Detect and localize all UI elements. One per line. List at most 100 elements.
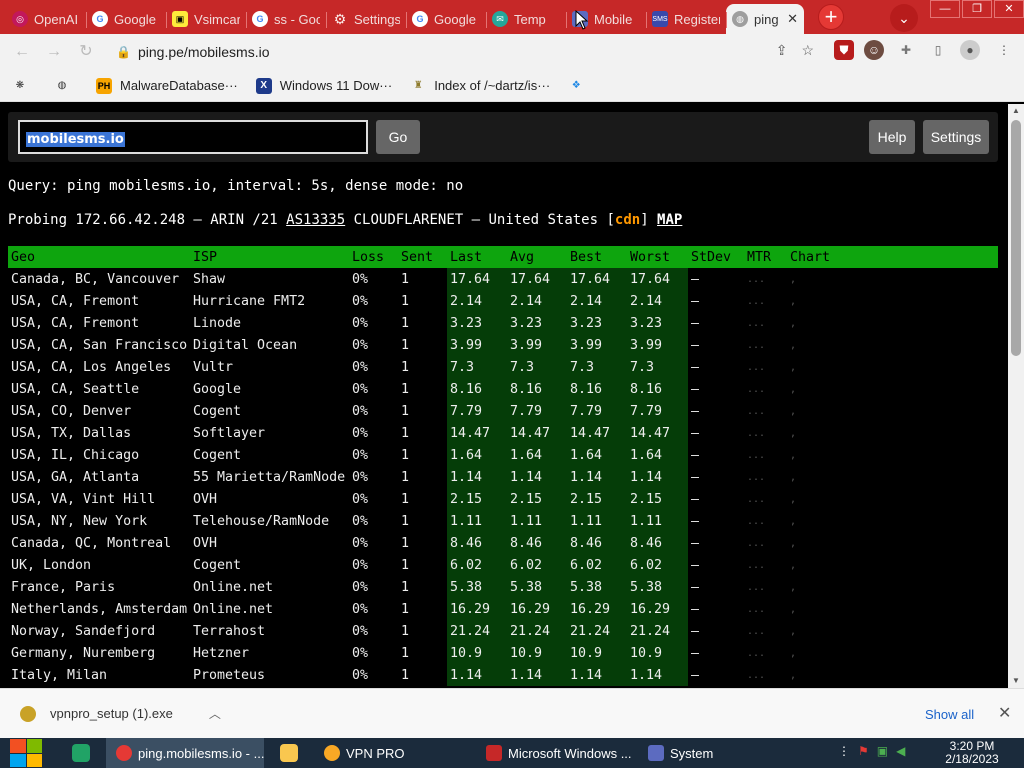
cell-best: 7.79: [567, 400, 627, 422]
cell-mtr[interactable]: ...: [744, 444, 787, 466]
bookmark-windows-11[interactable]: X Windows 11 Dow···: [255, 77, 392, 94]
extension-avatar-icon[interactable]: ☺: [864, 40, 884, 60]
tab-vsimcard[interactable]: ▣ Vsimcard: [166, 4, 246, 34]
taskbar-app-microsoft-windows[interactable]: Microsoft Windows ...: [476, 738, 632, 768]
column-header-sent[interactable]: Sent: [398, 246, 447, 268]
page-scrollbar[interactable]: ▲ ▼: [1008, 104, 1024, 688]
taskbar-app-chrome[interactable]: ping.mobilesms.io - ...: [106, 738, 264, 768]
show-all-downloads-link[interactable]: Show all: [925, 707, 974, 722]
forward-arrow-icon[interactable]: →: [40, 38, 68, 66]
share-icon[interactable]: ⇪: [776, 42, 788, 59]
cell-mtr[interactable]: ...: [744, 312, 787, 334]
cell-best: 1.14: [567, 466, 627, 488]
column-header-best[interactable]: Best: [567, 246, 627, 268]
cell-mtr[interactable]: ...: [744, 466, 787, 488]
cell-mtr[interactable]: ...: [744, 356, 787, 378]
bookmark-item[interactable]: ❋: [12, 78, 36, 94]
host-input[interactable]: mobilesms.io: [18, 120, 368, 154]
tab-google-1[interactable]: G Google: [86, 4, 166, 34]
maximize-icon[interactable]: ❐: [962, 0, 992, 18]
cell-mtr[interactable]: ...: [744, 422, 787, 444]
tab-search-button[interactable]: ⌄: [890, 4, 918, 32]
bookmark-item[interactable]: ◍: [54, 78, 78, 94]
tab-settings[interactable]: ⚙ Settings: [326, 4, 406, 34]
scrollbar-thumb[interactable]: [1011, 120, 1021, 356]
back-arrow-icon[interactable]: ←: [8, 38, 36, 66]
new-tab-button[interactable]: +: [818, 4, 844, 30]
close-tab-icon[interactable]: ✕: [787, 11, 798, 27]
google-icon: G: [412, 11, 428, 27]
chevron-up-icon[interactable]: ︿: [209, 705, 221, 722]
address-bar[interactable]: 🔒 ping.pe/mobilesms.io ⇪ ☆: [106, 38, 824, 66]
column-header-isp[interactable]: ISP: [190, 246, 349, 268]
column-header-last[interactable]: Last: [447, 246, 507, 268]
scroll-up-arrow-icon[interactable]: ▲: [1008, 104, 1024, 118]
sheets-app-icon[interactable]: [72, 744, 90, 762]
tab-title: OpenAI: [34, 11, 79, 27]
scroll-down-arrow-icon[interactable]: ▼: [1008, 674, 1024, 688]
cell-best: 2.14: [567, 290, 627, 312]
cell-mtr[interactable]: ...: [744, 378, 787, 400]
column-header-mtr[interactable]: MTR: [744, 246, 787, 268]
tab-title: Google: [114, 11, 156, 27]
go-button[interactable]: Go: [376, 120, 420, 154]
cell-mtr[interactable]: ...: [744, 488, 787, 510]
table-row: USA, VA, Vint Hill OVH 0% 1 2.15 2.15 2.15 2.15…: [8, 488, 998, 510]
cell-mtr[interactable]: ...: [744, 664, 787, 686]
cell-stdev: –: [691, 667, 700, 683]
volume-icon[interactable]: ◀: [896, 744, 905, 758]
cell-mtr[interactable]: ...: [744, 290, 787, 312]
reload-icon[interactable]: ↻: [72, 38, 100, 66]
close-downloads-bar-icon[interactable]: ✕: [998, 703, 1011, 723]
tab-register[interactable]: SMS Register: [646, 4, 726, 34]
taskbar-clock[interactable]: 3:20 PM 2/18/2023: [930, 740, 1014, 766]
cell-mtr[interactable]: ...: [744, 554, 787, 576]
column-header-loss[interactable]: Loss: [349, 246, 398, 268]
bookmark-item[interactable]: ❖: [568, 78, 592, 94]
cell-mtr[interactable]: ...: [744, 268, 787, 290]
ublock-icon[interactable]: ⛊: [834, 40, 854, 60]
flag-icon[interactable]: ⚑: [858, 744, 869, 758]
cell-mtr[interactable]: ...: [744, 576, 787, 598]
cell-mtr[interactable]: ...: [744, 400, 787, 422]
side-panel-icon[interactable]: ▯: [928, 40, 948, 60]
tab-google-2[interactable]: G Google: [406, 4, 486, 34]
column-header-geo[interactable]: Geo: [8, 246, 190, 268]
menu-dots-icon[interactable]: ⋮: [994, 40, 1014, 60]
map-link[interactable]: MAP: [657, 212, 682, 228]
minimize-icon[interactable]: —: [930, 0, 960, 18]
cell-mtr[interactable]: ...: [744, 620, 787, 642]
cell-mtr[interactable]: ...: [744, 510, 787, 532]
tab-search-google[interactable]: G ss - Google: [246, 4, 326, 34]
cell-mtr[interactable]: ...: [744, 642, 787, 664]
cell-mtr[interactable]: ...: [744, 598, 787, 620]
close-window-icon[interactable]: ✕: [994, 0, 1024, 18]
start-button[interactable]: [10, 739, 42, 767]
taskbar-app-vpn-pro[interactable]: VPN PRO: [314, 738, 464, 768]
download-item[interactable]: vpnpro_setup (1).exe ︿: [20, 705, 221, 722]
tray-overflow-icon[interactable]: ⋮: [838, 744, 850, 758]
file-explorer-icon[interactable]: [280, 744, 298, 762]
column-header-stdev[interactable]: StDev: [688, 246, 744, 268]
cell-mtr[interactable]: ...: [744, 532, 787, 554]
column-header-chart[interactable]: Chart: [787, 246, 998, 268]
tab-ping-active[interactable]: ◍ ping ✕: [726, 4, 804, 34]
tab-temp[interactable]: ✉ Temp: [486, 4, 566, 34]
column-header-worst[interactable]: Worst: [627, 246, 688, 268]
cell-mtr[interactable]: ...: [744, 334, 787, 356]
taskbar-app-system[interactable]: System: [638, 738, 788, 768]
puzzle-icon[interactable]: ✚: [896, 40, 916, 60]
cell-worst: 8.16: [627, 378, 688, 400]
profile-icon[interactable]: ●: [960, 40, 980, 60]
column-header-avg[interactable]: Avg: [507, 246, 567, 268]
help-button[interactable]: Help: [869, 120, 915, 154]
bookmark-malwaredatabase[interactable]: PH MalwareDatabase···: [96, 77, 238, 94]
network-icon[interactable]: ▣: [877, 744, 888, 758]
tab-openai[interactable]: ◎ OpenAI: [6, 4, 86, 34]
cell-stdev: –: [691, 535, 700, 551]
tab-title: Register: [674, 11, 720, 27]
bookmark-star-icon[interactable]: ☆: [801, 42, 814, 59]
asn-link[interactable]: AS13335: [286, 212, 345, 228]
bookmark-index-of-dartz[interactable]: ♜ Index of /~dartz/is···: [410, 78, 550, 94]
settings-button[interactable]: Settings: [923, 120, 989, 154]
